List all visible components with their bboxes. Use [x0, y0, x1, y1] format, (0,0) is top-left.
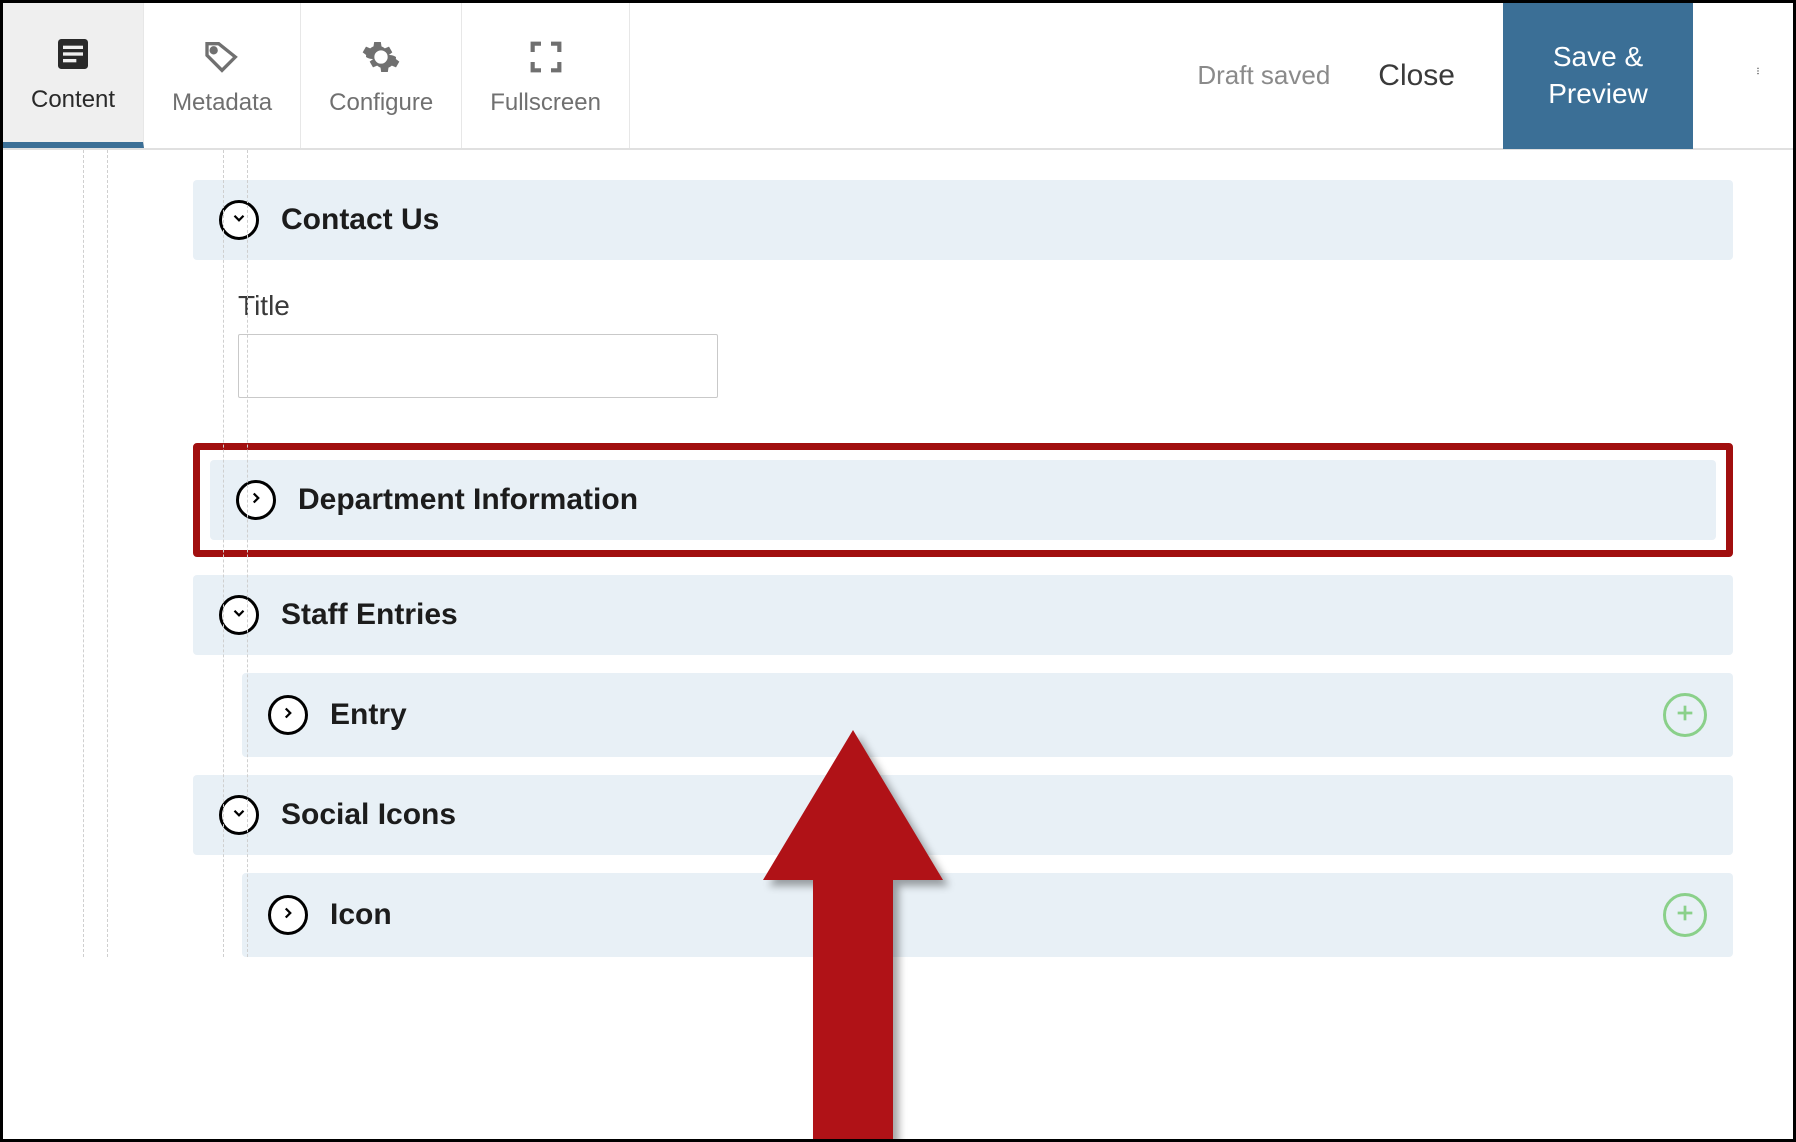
panel-title: Department Information — [298, 483, 638, 517]
panel-icon[interactable]: Icon — [242, 873, 1733, 957]
panel-title: Social Icons — [281, 798, 456, 832]
close-button[interactable]: Close — [1360, 59, 1473, 93]
add-entry-button[interactable] — [1663, 693, 1707, 737]
collapse-toggle[interactable] — [219, 200, 259, 240]
tree-guides — [3, 150, 203, 957]
tab-configure[interactable]: Configure — [301, 3, 462, 148]
chevron-right-icon — [279, 704, 297, 727]
title-input[interactable] — [238, 334, 718, 398]
save-preview-button[interactable]: Save & Preview — [1503, 2, 1693, 149]
panel-contact-us[interactable]: Contact Us — [193, 180, 1733, 260]
toolbar-right: Draft saved Close Save & Preview — [1197, 3, 1793, 148]
panel-title: Icon — [330, 898, 392, 932]
fullscreen-icon — [526, 35, 566, 79]
expand-toggle[interactable] — [236, 480, 276, 520]
panel-department-information[interactable]: Department Information — [210, 460, 1716, 540]
tab-metadata[interactable]: Metadata — [144, 3, 301, 148]
chevron-down-icon — [230, 209, 248, 232]
tab-label: Content — [31, 86, 115, 114]
tab-label: Configure — [329, 89, 433, 117]
content-icon — [53, 32, 93, 76]
chevron-right-icon — [279, 904, 297, 927]
field-label: Title — [238, 290, 1733, 322]
toolbar: Content Metadata Configure Fullscreen Dr… — [3, 3, 1793, 150]
draft-status: Draft saved — [1197, 60, 1330, 91]
expand-toggle[interactable] — [268, 895, 308, 935]
panel-social-icons[interactable]: Social Icons — [193, 775, 1733, 855]
tab-label: Fullscreen — [490, 89, 601, 117]
plus-icon — [1674, 902, 1696, 929]
tab-fullscreen[interactable]: Fullscreen — [462, 3, 630, 148]
gear-icon — [361, 35, 401, 79]
chevron-down-icon — [230, 804, 248, 827]
more-menu-button[interactable] — [1723, 2, 1793, 149]
tag-icon — [202, 35, 242, 79]
panel-title: Entry — [330, 698, 407, 732]
add-icon-button[interactable] — [1663, 893, 1707, 937]
panel-title: Contact Us — [281, 203, 439, 237]
field-title: Title — [238, 290, 1733, 398]
panel-staff-entries[interactable]: Staff Entries — [193, 575, 1733, 655]
panel-title: Staff Entries — [281, 598, 458, 632]
collapse-toggle[interactable] — [219, 595, 259, 635]
expand-toggle[interactable] — [268, 695, 308, 735]
chevron-right-icon — [247, 489, 265, 512]
collapse-toggle[interactable] — [219, 795, 259, 835]
tab-content[interactable]: Content — [3, 3, 144, 148]
annotation-highlight: Department Information — [193, 443, 1733, 557]
chevron-down-icon — [230, 604, 248, 627]
tab-label: Metadata — [172, 89, 272, 117]
more-vertical-icon — [1754, 54, 1762, 97]
content-body: Contact Us Title Department Information — [3, 150, 1793, 957]
panel-entry[interactable]: Entry — [242, 673, 1733, 757]
plus-icon — [1674, 702, 1696, 729]
